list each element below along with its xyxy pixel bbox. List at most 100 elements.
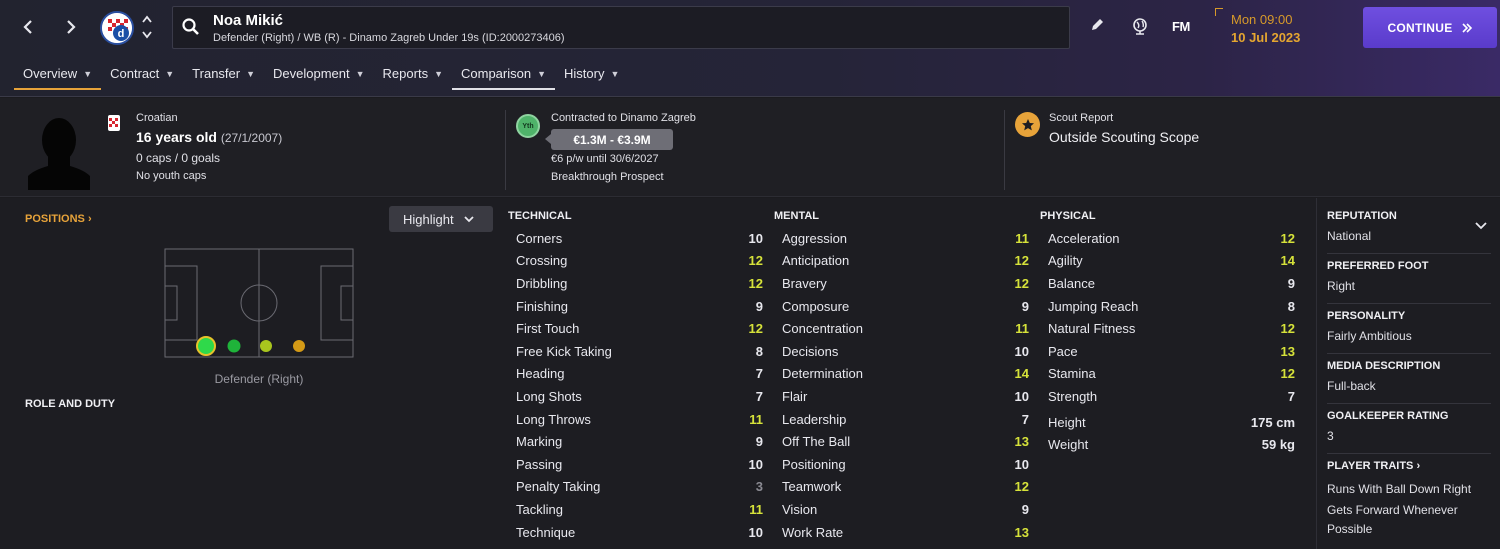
preferred-foot-section: PREFERRED FOOT Right bbox=[1327, 260, 1491, 296]
player-search-box[interactable]: Noa Mikić Defender (Right) / WB (R) - Di… bbox=[172, 6, 1070, 49]
attribute-row[interactable]: Dribbling 12 bbox=[508, 272, 765, 295]
attribute-row[interactable]: Agility 14 bbox=[1040, 250, 1297, 273]
attribute-value: 10 bbox=[1014, 456, 1029, 472]
attribute-name: Tackling bbox=[516, 501, 563, 517]
attribute-value: 7 bbox=[1021, 411, 1029, 427]
attribute-name: Dribbling bbox=[516, 275, 568, 291]
attribute-row[interactable]: Flair 10 bbox=[774, 385, 1031, 408]
highlight-dropdown[interactable]: Highlight bbox=[389, 206, 493, 232]
player-info-strip: Croatian 16 years old (27/1/2007) 0 caps… bbox=[0, 98, 1500, 197]
attribute-value: 12 bbox=[1280, 321, 1295, 337]
attribute-name: Off The Ball bbox=[782, 434, 851, 450]
attribute-row[interactable]: Crossing 12 bbox=[508, 250, 765, 273]
attribute-row[interactable]: Marking 9 bbox=[508, 430, 765, 453]
attribute-row[interactable]: Teamwork 12 bbox=[774, 476, 1031, 499]
tab-history[interactable]: History ▼ bbox=[555, 62, 628, 90]
continue-label: CONTINUE bbox=[1387, 20, 1453, 35]
attribute-row[interactable]: Acceleration 12 bbox=[1040, 227, 1297, 250]
attribute-value: 9 bbox=[1021, 501, 1029, 517]
club-switch-arrows-icon[interactable] bbox=[140, 12, 154, 42]
attribute-row[interactable]: Concentration 11 bbox=[774, 317, 1031, 340]
date-day: 10 Jul 2023 bbox=[1231, 30, 1301, 45]
attribute-row[interactable]: Off The Ball 13 bbox=[774, 430, 1031, 453]
player-traits-link[interactable]: PLAYER TRAITS › bbox=[1327, 460, 1491, 472]
tab-comparison[interactable]: Comparison ▼ bbox=[452, 62, 556, 90]
back-arrow-icon[interactable] bbox=[15, 14, 41, 40]
attribute-row[interactable]: Determination 14 bbox=[774, 363, 1031, 386]
attribute-row[interactable]: Passing 10 bbox=[508, 453, 765, 476]
chevron-down-icon bbox=[463, 216, 474, 223]
attribute-row[interactable]: Technique 10 bbox=[508, 521, 765, 544]
attribute-row[interactable]: Positioning 10 bbox=[774, 453, 1031, 476]
pencil-icon[interactable] bbox=[1089, 17, 1105, 38]
attribute-row[interactable]: Anticipation 12 bbox=[774, 250, 1031, 273]
attribute-row[interactable]: Strength 7 bbox=[1040, 385, 1297, 408]
attribute-row[interactable]: Free Kick Taking 8 bbox=[508, 340, 765, 363]
chevron-down-icon: ▼ bbox=[610, 69, 620, 79]
tab-contract[interactable]: Contract ▼ bbox=[101, 62, 183, 90]
attribute-row[interactable]: Stamina 12 bbox=[1040, 363, 1297, 386]
attribute-row[interactable]: Penalty Taking 3 bbox=[508, 476, 765, 499]
attribute-row[interactable]: Balance 9 bbox=[1040, 272, 1297, 295]
attribute-row[interactable]: Tackling 11 bbox=[508, 498, 765, 521]
attribute-row[interactable]: Work Rate 13 bbox=[774, 521, 1031, 544]
tab-label: History bbox=[564, 66, 605, 81]
youth-caps: No youth caps bbox=[136, 170, 207, 182]
attribute-value: 14 bbox=[1280, 253, 1295, 269]
forward-arrow-icon[interactable] bbox=[58, 14, 84, 40]
attribute-row[interactable]: Bravery 12 bbox=[774, 272, 1031, 295]
attribute-row[interactable]: Pace 13 bbox=[1040, 340, 1297, 363]
attribute-name: Technique bbox=[516, 524, 576, 540]
media-description-value: Full-back bbox=[1327, 379, 1376, 393]
attribute-row[interactable]: Leadership 7 bbox=[774, 408, 1031, 431]
trait-item[interactable]: Runs With Ball Down Right bbox=[1327, 480, 1491, 499]
player-traits-section: PLAYER TRAITS › Runs With Ball Down Righ… bbox=[1327, 460, 1491, 539]
chevron-down-icon[interactable] bbox=[1475, 222, 1487, 230]
globe-icon[interactable] bbox=[1131, 17, 1149, 42]
position-pitch bbox=[164, 248, 354, 363]
contract-label[interactable]: Contracted to Dinamo Zagreb bbox=[551, 112, 696, 124]
attribute-row[interactable]: Natural Fitness 12 bbox=[1040, 317, 1297, 340]
attribute-value: 10 bbox=[748, 456, 763, 472]
search-icon[interactable] bbox=[181, 17, 201, 42]
attribute-row[interactable]: Aggression 11 bbox=[774, 227, 1031, 250]
attribute-row[interactable]: Composure 9 bbox=[774, 295, 1031, 318]
value-badge[interactable]: €1.3M - €3.9M bbox=[545, 129, 673, 150]
attribute-value: 12 bbox=[748, 321, 763, 337]
tab-overview[interactable]: Overview ▼ bbox=[14, 62, 102, 90]
preferred-foot-label: PREFERRED FOOT bbox=[1327, 260, 1429, 272]
club-badge-icon[interactable]: d bbox=[100, 11, 134, 45]
trait-item[interactable]: Gets Forward Whenever Possible bbox=[1327, 501, 1491, 539]
attribute-row[interactable]: First Touch 12 bbox=[508, 317, 765, 340]
tab-transfer[interactable]: Transfer ▼ bbox=[183, 62, 264, 90]
attribute-row[interactable]: Vision 9 bbox=[774, 498, 1031, 521]
weight-label: Weight bbox=[1048, 437, 1089, 453]
date-time: Mon 09:00 bbox=[1231, 12, 1293, 27]
tab-development[interactable]: Development ▼ bbox=[264, 62, 374, 90]
attribute-name: Decisions bbox=[782, 343, 839, 359]
attribute-row[interactable]: Finishing 9 bbox=[508, 295, 765, 318]
attribute-value: 14 bbox=[1014, 366, 1029, 382]
attribute-name: Crossing bbox=[516, 253, 568, 269]
game-date[interactable]: Mon 09:00 10 Jul 2023 bbox=[1215, 8, 1315, 48]
continue-button[interactable]: CONTINUE bbox=[1363, 7, 1497, 48]
attribute-value: 7 bbox=[755, 388, 763, 404]
attribute-name: Long Throws bbox=[516, 411, 591, 427]
attribute-row[interactable]: Heading 7 bbox=[508, 363, 765, 386]
position-label: Defender (Right) bbox=[214, 372, 304, 386]
tab-label: Reports bbox=[382, 66, 429, 81]
reputation-section[interactable]: REPUTATION National bbox=[1327, 210, 1491, 246]
player-avatar bbox=[24, 112, 94, 195]
position-dot-wbr bbox=[227, 339, 241, 353]
tab-reports[interactable]: Reports ▼ bbox=[374, 62, 452, 90]
attribute-row[interactable]: Long Throws 11 bbox=[508, 408, 765, 431]
attribute-row[interactable]: Corners 10 bbox=[508, 227, 765, 250]
positions-link[interactable]: POSITIONS › bbox=[25, 213, 92, 225]
scout-report-value[interactable]: Outside Scouting Scope bbox=[1049, 129, 1199, 145]
fm-logo[interactable]: FM bbox=[1172, 19, 1190, 34]
preferred-foot-value: Right bbox=[1327, 279, 1356, 293]
attribute-row[interactable]: Long Shots 7 bbox=[508, 385, 765, 408]
attribute-name: Corners bbox=[516, 230, 563, 246]
attribute-row[interactable]: Decisions 10 bbox=[774, 340, 1031, 363]
attribute-row[interactable]: Jumping Reach 8 bbox=[1040, 295, 1297, 318]
